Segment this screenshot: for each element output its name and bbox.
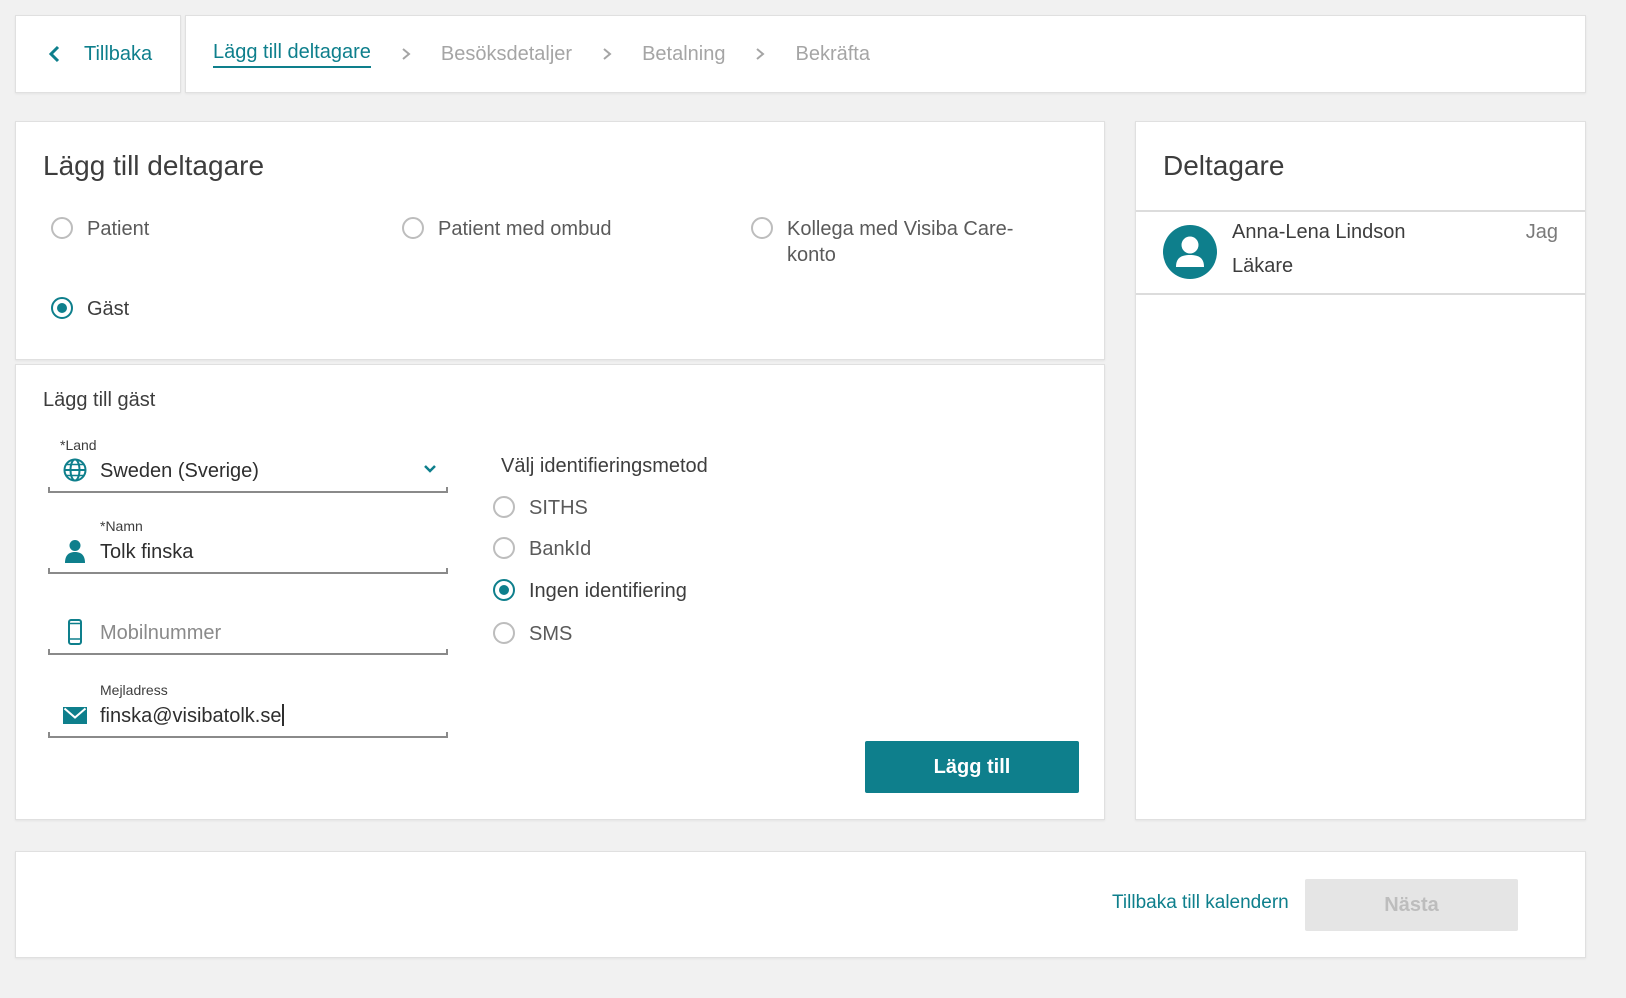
radio-guest[interactable]: Gäst [51, 296, 129, 322]
chevron-down-icon [424, 465, 436, 473]
panel-title: Lägg till deltagare [43, 150, 265, 181]
radio-label: Patient med ombud [438, 218, 612, 240]
participant-me-badge: Jag [1525, 221, 1558, 243]
text-caret [282, 704, 284, 726]
name-input[interactable]: *Namn Tolk finska [48, 518, 448, 574]
id-method-title: Välj identifieringsmetod [501, 455, 708, 477]
radio-circle[interactable] [493, 496, 515, 518]
footer-panel: Tillbaka till kalendern Nästa [15, 851, 1586, 958]
participants-panel: Deltagare Anna-Lena Lindson Läkare Jag [1135, 121, 1586, 820]
radio-label: SMS [529, 623, 573, 645]
radio-colleague[interactable]: Kollega med Visiba Care-konto [751, 216, 1013, 268]
participant-name: Anna-Lena Lindson [1232, 221, 1406, 243]
radio-label: BankId [529, 538, 592, 560]
step-add-participants[interactable]: Lägg till deltagare [213, 41, 371, 68]
participant-type-panel: Lägg till deltagare Patient Patient med … [15, 121, 1105, 360]
person-icon [1176, 236, 1204, 267]
back-button[interactable]: Tillbaka [15, 15, 181, 93]
radio-circle[interactable] [51, 217, 73, 239]
radio-label: Gäst [87, 298, 130, 320]
person-icon [65, 540, 85, 563]
avatar [1163, 225, 1217, 279]
participant-role: Läkare [1232, 255, 1294, 277]
radio-bankid[interactable]: BankId [493, 536, 591, 562]
chevron-right-icon [756, 48, 766, 60]
globe-icon [63, 458, 87, 482]
country-value: Sweden (Sverige) [100, 460, 259, 482]
chevron-left-icon [48, 45, 60, 63]
mail-icon [63, 707, 87, 724]
radio-patient-with-representative[interactable]: Patient med ombud [402, 216, 611, 242]
email-label: Mejladress [100, 682, 168, 698]
email-text: finska@visibatolk.se [100, 705, 282, 727]
radio-siths[interactable]: SITHS [493, 495, 588, 521]
radio-circle[interactable] [493, 579, 515, 601]
guest-form-panel: Lägg till gäst *Land Sweden (Sverige) *N… [15, 364, 1105, 820]
radio-patient[interactable]: Patient [51, 216, 149, 242]
step-confirm: Bekräfta [795, 42, 870, 65]
divider [1136, 293, 1585, 295]
back-to-calendar-link[interactable]: Tillbaka till kalendern [1112, 892, 1289, 914]
mobile-number-placeholder: Mobilnummer [100, 622, 222, 644]
radio-label-line2: konto [787, 244, 836, 266]
add-guest-button[interactable]: Lägg till [865, 741, 1079, 793]
country-select[interactable]: *Land Sweden (Sverige) [48, 437, 448, 493]
chevron-right-icon [603, 48, 612, 60]
back-label: Tillbaka [84, 42, 153, 65]
next-button[interactable]: Nästa [1305, 879, 1518, 931]
radio-label: Patient [87, 218, 150, 240]
step-breadcrumb: Lägg till deltagare Besöksdetaljer Betal… [185, 15, 1586, 93]
step-visit-details: Besöksdetaljer [440, 42, 573, 65]
email-input[interactable]: Mejladress finska@visibatolk.se [48, 682, 448, 738]
divider [1136, 210, 1585, 212]
radio-label: SITHS [529, 497, 588, 519]
chevron-right-icon [402, 48, 411, 60]
radio-circle[interactable] [493, 537, 515, 559]
guest-form-title: Lägg till gäst [43, 389, 156, 411]
mobile-phone-icon [68, 619, 82, 645]
radio-sms[interactable]: SMS [493, 621, 572, 647]
radio-circle[interactable] [751, 217, 773, 239]
mobile-number-input[interactable]: Mobilnummer [48, 599, 448, 655]
radio-circle[interactable] [493, 622, 515, 644]
radio-label: Kollega med Visiba Care-konto [787, 216, 1013, 268]
radio-label: Ingen identifiering [529, 580, 687, 602]
country-label: *Land [60, 437, 97, 453]
participants-title: Deltagare [1163, 150, 1285, 181]
name-value: Tolk finska [100, 541, 194, 563]
step-payment: Betalning [642, 42, 726, 65]
radio-no-identification[interactable]: Ingen identifiering [493, 578, 687, 604]
radio-circle[interactable] [51, 297, 73, 319]
email-value: finska@visibatolk.se [100, 704, 284, 728]
radio-circle[interactable] [402, 217, 424, 239]
radio-label-line1: Kollega med Visiba Care- [787, 218, 1014, 240]
name-label: *Namn [100, 518, 143, 534]
